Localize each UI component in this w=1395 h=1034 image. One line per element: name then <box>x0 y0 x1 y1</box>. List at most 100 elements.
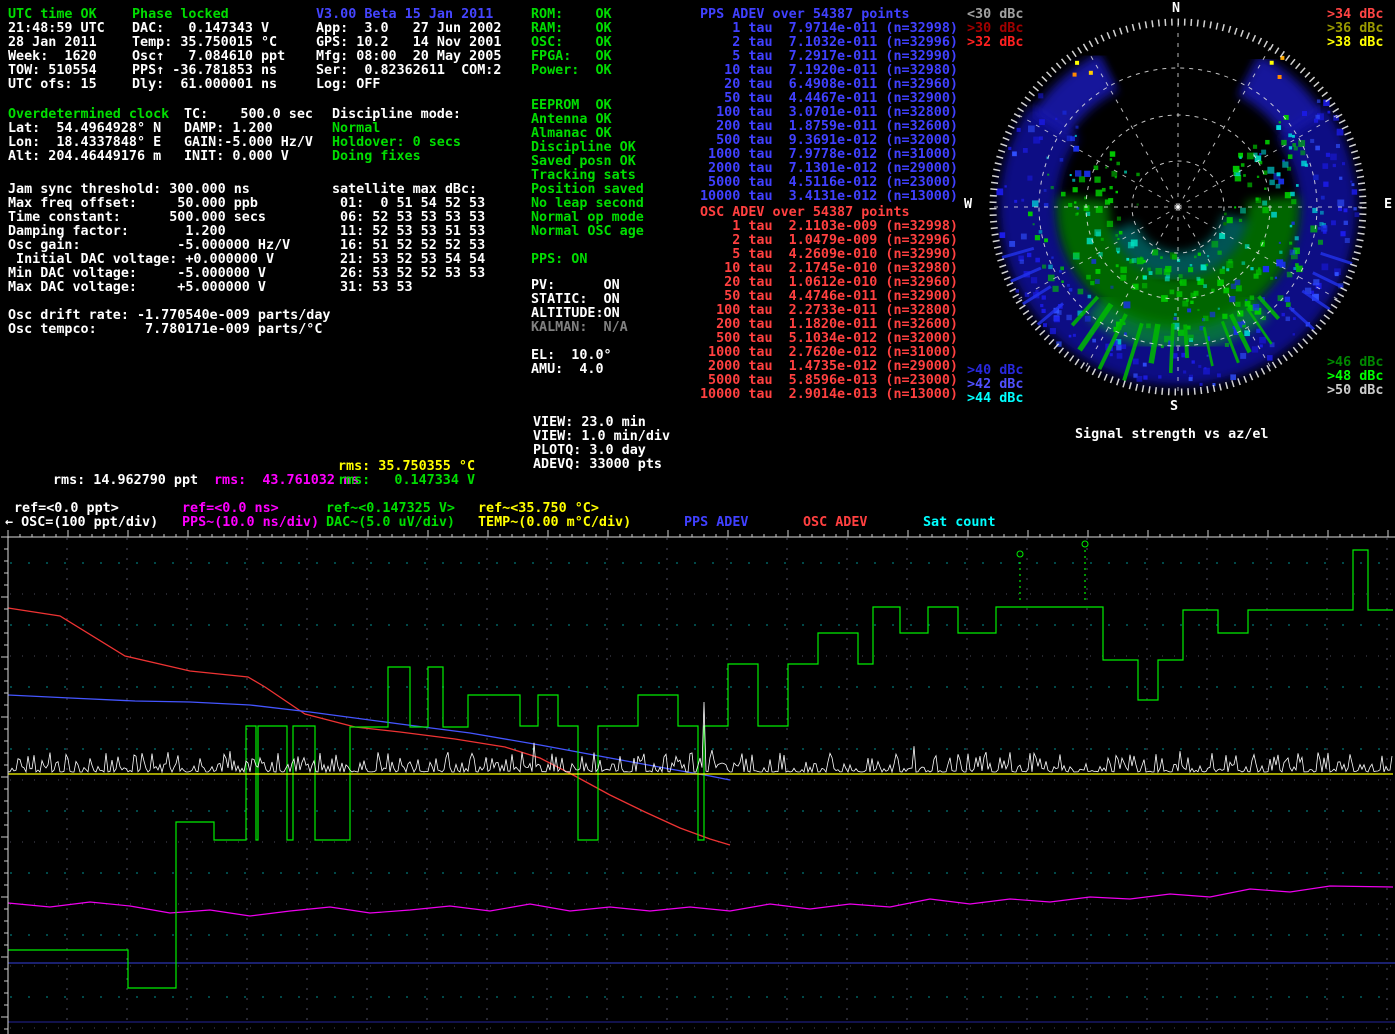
loop-panel-line-2: GAIN:-5.000 Hz/V <box>184 136 313 150</box>
clock-panel-line-3: Alt: 204.46449176 m <box>8 150 161 164</box>
gps-status-panel-line-9: Normal OSC age <box>531 225 644 239</box>
params-panel-line-3: Damping factor: 1.200 <box>8 225 226 239</box>
lady-heather-screen: UTC time OK21:48:59 UTC28 Jan 2011Week: … <box>0 0 1395 1034</box>
pps-state-line-0: PPS: ON <box>531 253 587 267</box>
discipline-panel-line-2: Holdover: 0 secs <box>332 136 461 150</box>
gps-status-panel-line-0: EEPROM OK <box>531 99 612 113</box>
health-panel-line-4: Power: OK <box>531 64 612 78</box>
osc-adev-table-line-12: 5000 tau 5.8596e-013 (n=23000) <box>700 374 958 388</box>
ref-row-line-3: ref~<35.750 °C> <box>478 502 599 516</box>
osc-adev-table-line-0: OSC ADEV over 54387 points <box>700 206 910 220</box>
version-panel-line-3: Mfg: 08:00 20 May 2005 <box>316 50 501 64</box>
pps-adev-table-line-11: 2000 tau 7.1301e-012 (n=29000) <box>700 162 958 176</box>
utc-panel-line-5: UTC ofs: 15 <box>8 78 97 92</box>
osc-adev-table-line-6: 50 tau 4.4746e-011 (n=32900) <box>700 290 958 304</box>
sat-dbc-panel-line-1: 01: 0 51 54 52 53 <box>332 197 485 211</box>
pps-adev-table-line-7: 100 tau 3.0701e-011 (n=32800) <box>700 106 958 120</box>
scale-row-line-2: DAC~(5.0 uV/div) <box>326 516 455 530</box>
sat-dbc-panel-line-6: 26: 53 52 52 53 53 <box>332 267 485 281</box>
gps-status-panel-line-1: Antenna OK <box>531 113 612 127</box>
discipline-panel-line-0: Discipline mode: <box>332 108 461 122</box>
osc-panel-line-3: Osc↑ 7.084610 ppt <box>132 50 285 64</box>
pps-adev-table-line-9: 500 tau 9.3691e-012 (n=32000) <box>700 134 958 148</box>
osc-adev-table-line-2: 2 tau 1.0479e-009 (n=32996) <box>700 234 958 248</box>
loop-panel-line-1: DAMP: 1.200 <box>184 122 273 136</box>
strip-traces <box>8 541 1393 988</box>
pps-adev-table-line-12: 5000 tau 4.5116e-012 (n=23000) <box>700 176 958 190</box>
view-panel-line-2: PLOTQ: 3.0 day <box>533 444 646 458</box>
pps-adev-table-line-0: PPS ADEV over 54387 points <box>700 8 910 22</box>
drift-panel-line-0: Osc drift rate: -1.770540e-009 parts/day <box>8 309 330 323</box>
osc-adev-table-line-7: 100 tau 2.2733e-011 (n=32800) <box>700 304 958 318</box>
utc-panel-line-2: 28 Jan 2011 <box>8 36 97 50</box>
scale-row-line-0: ← OSC=(100 ppt/div) <box>5 516 158 530</box>
pps-adev-table-line-3: 5 tau 7.2917e-011 (n=32990) <box>700 50 958 64</box>
fix-modes-line-1: STATIC: ON <box>531 293 620 307</box>
gps-status-panel-line-2: Almanac OK <box>531 127 612 141</box>
scale-row-line-4: PPS ADEV <box>684 516 749 530</box>
clock-panel-line-2: Lon: 18.4337848° E <box>8 136 161 150</box>
params-panel-line-1: Max freq offset: 50.000 ppb <box>8 197 258 211</box>
clock-panel-line-0: Overdetermined clock <box>8 108 169 122</box>
osc-adev-table-line-3: 5 tau 4.2609e-010 (n=32990) <box>700 248 958 262</box>
sat-dbc-panel-line-3: 11: 52 53 53 51 53 <box>332 225 485 239</box>
gps-status-panel-line-5: Tracking sats <box>531 169 636 183</box>
pps-adev-table-line-5: 20 tau 6.4908e-011 (n=32960) <box>700 78 958 92</box>
osc-panel-line-5: Dly: 61.000001 ns <box>132 78 277 92</box>
scale-row-line-5: OSC ADEV <box>803 516 868 530</box>
rms-row-line-0: rms: 35.750355 °C <box>338 460 475 474</box>
utc-panel-line-1: 21:48:59 UTC <box>8 22 105 36</box>
sat-dbc-panel-line-5: 21: 53 52 53 54 54 <box>332 253 485 267</box>
sat-dbc-panel-line-7: 31: 53 53 <box>332 281 413 295</box>
pps-adev-table-line-6: 50 tau 4.4467e-011 (n=32900) <box>700 92 958 106</box>
fix-modes-line-2: ALTITUDE:ON <box>531 307 620 321</box>
params-panel-line-6: Min DAC voltage: -5.000000 V <box>8 267 266 281</box>
gps-status-panel-line-8: Normal op mode <box>531 211 644 225</box>
mask-panel-line-1: AMU: 4.0 <box>531 363 604 377</box>
osc-adev-table-line-9: 500 tau 5.1034e-012 (n=32000) <box>700 332 958 346</box>
scale-row-line-3: TEMP~(0.00 m°C/div) <box>478 516 631 530</box>
fix-modes-line-3: KALMAN: N/A <box>531 321 628 335</box>
ref-row-line-1: ref=<0.0 ns> <box>182 502 279 516</box>
osc-panel-line-2: Temp: 35.750015 °C <box>132 36 277 50</box>
rms-row-line-3: rms: 0.147334 V <box>338 474 475 488</box>
ref-row-line-0: ref=<0.0 ppt> <box>14 502 119 516</box>
osc-adev-table-line-1: 1 tau 2.1103e-009 (n=32998) <box>700 220 958 234</box>
version-panel-line-4: Ser: 0.82362611 COM:2 <box>316 64 501 78</box>
osc-adev-table-line-11: 2000 tau 1.4735e-012 (n=29000) <box>700 360 958 374</box>
version-panel-line-2: GPS: 10.2 14 Nov 2001 <box>316 36 501 50</box>
drift-panel-line-1: Osc tempco: 7.780171e-009 parts/°C <box>8 323 322 337</box>
osc-panel-line-1: DAC: 0.147343 V <box>132 22 269 36</box>
pps-adev-table-line-13: 10000 tau 3.4131e-012 (n=13000) <box>700 190 958 204</box>
params-panel-line-5: Initial DAC voltage: +0.000000 V <box>8 253 274 267</box>
loop-panel-line-3: INIT: 0.000 V <box>184 150 289 164</box>
gps-status-panel-line-3: Discipline OK <box>531 141 636 155</box>
pps-adev-table-line-10: 1000 tau 7.9778e-012 (n=31000) <box>700 148 958 162</box>
strip-chart-area[interactable] <box>0 530 1395 1034</box>
osc-panel-line-4: PPS↑ -36.781853 ns <box>132 64 277 78</box>
pps-adev-table-line-1: 1 tau 7.9714e-011 (n=32998) <box>700 22 958 36</box>
utc-panel-line-3: Week: 1620 <box>8 50 97 64</box>
ref-row-line-2: ref~<0.147325 V> <box>326 502 455 516</box>
params-panel-line-0: Jam sync threshold: 300.000 ns <box>8 183 250 197</box>
polar-signal-plot <box>985 0 1395 420</box>
scale-row-line-1: PPS~(10.0 ns/div) <box>182 516 319 530</box>
compass-line-1: W <box>964 198 972 212</box>
sat-dbc-panel-line-4: 16: 51 52 52 52 53 <box>332 239 485 253</box>
gps-status-panel-line-7: No leap second <box>531 197 644 211</box>
pps-adev-table-line-8: 200 tau 1.8759e-011 (n=32600) <box>700 120 958 134</box>
discipline-panel-line-1: Normal <box>332 122 380 136</box>
health-panel-line-1: RAM: OK <box>531 22 612 36</box>
params-panel-line-4: Osc gain: -5.000000 Hz/V <box>8 239 290 253</box>
gps-status-panel-line-6: Position saved <box>531 183 644 197</box>
view-panel-line-3: ADEVQ: 33000 pts <box>533 458 662 472</box>
osc-adev-table-line-5: 20 tau 1.0612e-010 (n=32960) <box>700 276 958 290</box>
mask-panel-line-0: EL: 10.0° <box>531 349 612 363</box>
pps-adev-table-line-2: 2 tau 7.1032e-011 (n=32996) <box>700 36 958 50</box>
osc-adev-table-line-10: 1000 tau 2.7620e-012 (n=31000) <box>700 346 958 360</box>
params-panel-line-7: Max DAC voltage: +5.000000 V <box>8 281 266 295</box>
osc-adev-table-line-13: 10000 tau 2.9014e-013 (n=13000) <box>700 388 958 402</box>
version-panel-line-1: App: 3.0 27 Jun 2002 <box>316 22 501 36</box>
osc-panel-line-0: Phase locked <box>132 8 229 22</box>
osc-adev-table-line-8: 200 tau 1.1820e-011 (n=32600) <box>700 318 958 332</box>
